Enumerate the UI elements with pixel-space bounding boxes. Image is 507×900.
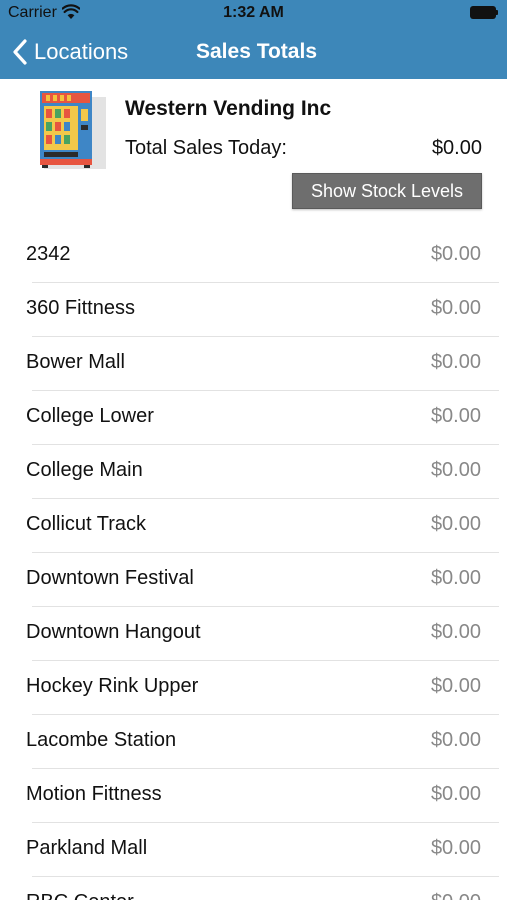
location-amount: $0.00 xyxy=(431,891,481,900)
location-row[interactable]: College Lower $0.00 xyxy=(0,391,507,445)
location-name: Bower Mall xyxy=(26,351,125,373)
location-name: 2342 xyxy=(26,243,71,265)
location-row[interactable]: Downtown Hangout $0.00 xyxy=(0,607,507,661)
total-sales-label: Total Sales Today: xyxy=(125,137,287,159)
location-row[interactable]: 360 Fittness $0.00 xyxy=(0,283,507,337)
location-name: Lacombe Station xyxy=(26,729,177,751)
location-amount: $0.00 xyxy=(430,513,481,535)
location-amount: $0.00 xyxy=(430,243,481,265)
location-row[interactable]: Hockey Rink Upper $0.00 xyxy=(0,661,507,715)
location-row[interactable]: 2342 $0.00 xyxy=(0,229,507,283)
location-row[interactable]: Parkland Mall $0.00 xyxy=(0,823,507,877)
location-row[interactable]: Downtown Festival $0.00 xyxy=(0,553,507,607)
location-row[interactable]: College Main $0.00 xyxy=(0,445,507,499)
sales-totals-screen: Carrier 1:32 AM Locations Sales Totals W… xyxy=(0,0,507,900)
location-row[interactable]: Motion Fittness $0.00 xyxy=(0,769,507,823)
location-name: College Main xyxy=(26,459,143,481)
location-amount: $0.00 xyxy=(430,405,481,427)
location-amount: $0.00 xyxy=(430,729,481,751)
location-amount: $0.00 xyxy=(430,675,481,697)
location-amount: $0.00 xyxy=(430,621,481,643)
navigation-header: Carrier 1:32 AM Locations Sales Totals xyxy=(0,0,507,79)
location-name: Hockey Rink Upper xyxy=(26,675,199,697)
location-amount: $0.00 xyxy=(430,837,481,859)
location-name: Collicut Track xyxy=(26,513,147,535)
location-amount: $0.00 xyxy=(430,351,481,373)
location-amount: $0.00 xyxy=(430,297,481,319)
location-name: 360 Fittness xyxy=(26,297,135,319)
location-name: College Lower xyxy=(26,405,154,427)
battery-icon xyxy=(470,6,498,19)
total-sales-value: $0.00 xyxy=(431,137,482,159)
location-amount: $0.00 xyxy=(430,459,481,481)
location-name: RBC Center xyxy=(26,891,134,900)
back-button[interactable]: Locations xyxy=(12,37,128,67)
company-name: Western Vending Inc xyxy=(125,97,332,120)
chevron-left-icon xyxy=(13,39,27,65)
location-name: Motion Fittness xyxy=(26,783,162,805)
location-name: Downtown Festival xyxy=(26,567,194,589)
page-title: Sales Totals xyxy=(196,40,317,63)
location-name: Parkland Mall xyxy=(26,837,148,859)
location-row[interactable]: Bower Mall $0.00 xyxy=(0,337,507,391)
location-row[interactable]: RBC Center $0.00 xyxy=(0,877,507,900)
location-name: Downtown Hangout xyxy=(26,621,201,643)
show-stock-levels-button[interactable]: Show Stock Levels xyxy=(292,173,482,209)
locations-list: 2342 $0.00 360 Fittness $0.00 Bower Mall… xyxy=(0,229,507,900)
location-amount: $0.00 xyxy=(430,783,481,805)
status-time: 1:32 AM xyxy=(223,4,284,21)
location-row[interactable]: Collicut Track $0.00 xyxy=(0,499,507,553)
location-amount: $0.00 xyxy=(430,567,481,589)
vending-machine-icon xyxy=(40,91,106,169)
back-button-label: Locations xyxy=(34,39,129,64)
location-row[interactable]: Lacombe Station $0.00 xyxy=(0,715,507,769)
company-summary: Western Vending Inc Total Sales Today: $… xyxy=(0,79,507,229)
